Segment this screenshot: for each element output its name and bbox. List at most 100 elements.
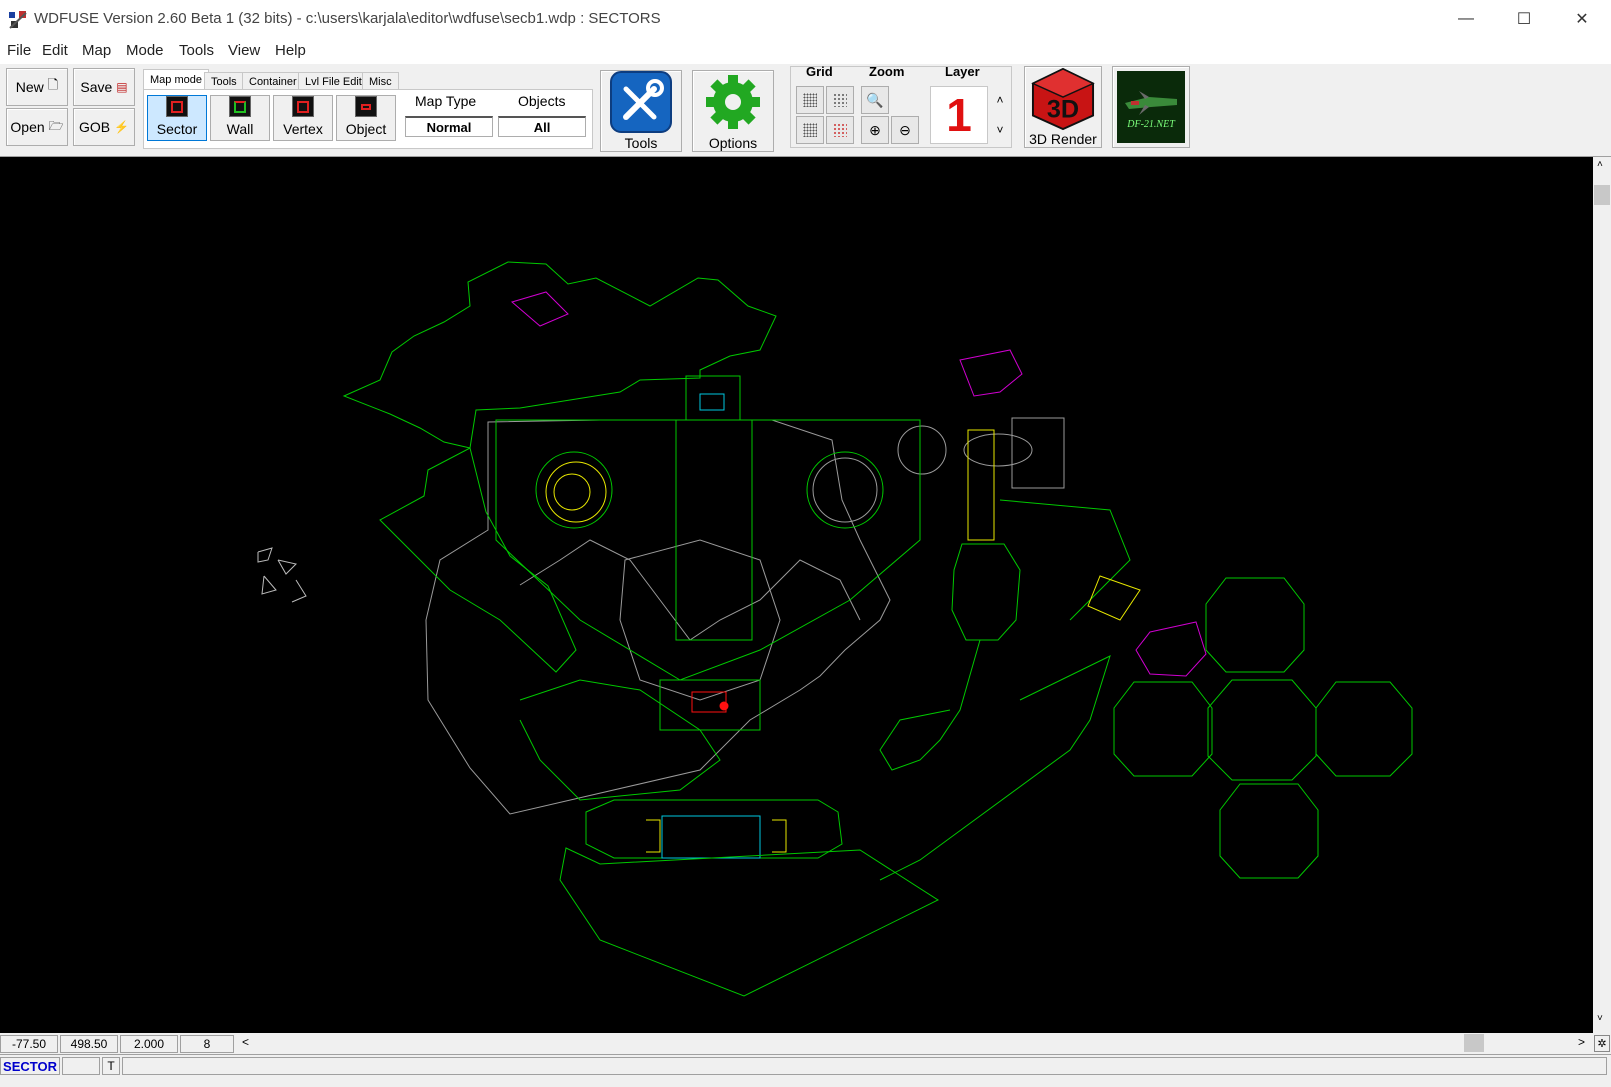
df21-button[interactable]: DF-21.NET: [1112, 66, 1190, 148]
menu-edit[interactable]: Edit: [42, 42, 68, 59]
open-label: Open: [10, 119, 45, 135]
map-room-octagon-west: [1113, 681, 1213, 777]
map-type-button[interactable]: Normal: [405, 116, 493, 137]
menu-view[interactable]: View: [228, 42, 260, 59]
map-sector-gray-ellipse: [963, 433, 1033, 467]
layer-value: 1: [930, 86, 988, 144]
layer-down-icon[interactable]: ˅: [992, 116, 1008, 144]
map-sector-gray-debris: [261, 575, 277, 595]
new-button[interactable]: New 🗋: [6, 68, 68, 106]
menu-file[interactable]: File: [7, 42, 31, 59]
save-button[interactable]: Save ▤: [73, 68, 135, 106]
3d-render-label: 3D Render: [1029, 131, 1097, 147]
object-mode-button[interactable]: Object: [336, 95, 396, 141]
options-button[interactable]: Options: [692, 70, 774, 152]
map-sector-gray-debris: [257, 547, 273, 563]
map-sector-central-hall: [495, 419, 921, 681]
map-stair-ring-west: [535, 451, 613, 529]
wall-mode-button[interactable]: Wall: [210, 95, 270, 141]
objects-button[interactable]: All: [498, 116, 586, 137]
map-sector-east-tower: [959, 349, 1023, 397]
map-sector-southwest-link: [519, 679, 721, 801]
grid-readout: 8: [180, 1035, 234, 1053]
grid-coarser-button[interactable]: [826, 86, 854, 114]
3d-cube-icon: 3D: [1031, 67, 1095, 131]
level-map[interactable]: [0, 157, 1593, 1033]
grid-finer-button[interactable]: [796, 86, 824, 114]
scroll-right-icon[interactable]: >: [1578, 1035, 1585, 1049]
map-sector-south-hall-inner: [661, 815, 761, 859]
mode-indicator: SECTOR: [0, 1057, 60, 1075]
gob-button[interactable]: GOB ⚡: [73, 108, 135, 146]
map-sector-central-corridor: [675, 375, 753, 641]
zoom-out-icon: ⊖: [899, 121, 911, 138]
tools-label: Tools: [624, 135, 658, 151]
sector-icon: [166, 96, 188, 117]
tools-button[interactable]: Tools: [600, 70, 682, 152]
map-room-octagon-east: [1315, 681, 1413, 777]
horizontal-scrollbar[interactable]: < >: [236, 1033, 1593, 1053]
3d-icon-text: 3D: [1047, 95, 1079, 123]
map-sector-gray-hall: [619, 539, 781, 701]
grid-label: Grid: [806, 64, 833, 79]
grid-snap-button[interactable]: [796, 116, 824, 144]
options-label: Options: [708, 135, 758, 151]
menu-map[interactable]: Map: [82, 42, 111, 59]
zoom-in-icon: ⊕: [869, 121, 881, 138]
map-sector-east-corridor: [967, 429, 995, 541]
starship-icon: [1125, 90, 1177, 115]
3d-render-button[interactable]: 3D 3D Render: [1024, 66, 1102, 148]
object-icon: [355, 96, 377, 117]
vertical-scrollbar[interactable]: ˄ ˅: [1593, 157, 1611, 1033]
resize-grip-icon[interactable]: ✲: [1594, 1035, 1610, 1052]
tab-container[interactable]: Container: [242, 72, 304, 90]
vertex-mode-button[interactable]: Vertex: [273, 95, 333, 141]
tab-misc[interactable]: Misc: [362, 72, 399, 90]
cursor-x-readout: -77.50: [0, 1035, 58, 1053]
horizontal-scroll-thumb[interactable]: [1464, 1034, 1484, 1052]
minimize-button[interactable]: —: [1437, 0, 1495, 38]
map-sector-gray-ring: [897, 425, 947, 475]
map-sector-diagonal-link: [999, 499, 1131, 621]
status-flag: T: [102, 1057, 120, 1075]
sector-mode-label: Sector: [156, 121, 198, 137]
scroll-up-icon[interactable]: ˄: [1597, 159, 1603, 170]
layer-up-icon[interactable]: ˄: [992, 86, 1008, 114]
menu-mode[interactable]: Mode: [126, 42, 164, 59]
grid-icon: [803, 93, 817, 107]
map-sector-south-block: [659, 679, 761, 731]
new-file-icon: 🗋: [47, 77, 59, 92]
new-label: New: [15, 79, 44, 95]
gob-icon: ⚡: [114, 120, 130, 134]
map-sector-east-gate: [1087, 575, 1141, 621]
map-sector-east-rotunda: [951, 543, 1021, 641]
tab-tools[interactable]: Tools: [204, 72, 244, 90]
map-stair-ring-west-inner: [545, 461, 607, 523]
tab-lvl-file-edit[interactable]: Lvl File Edit: [298, 72, 369, 90]
save-label: Save: [80, 79, 113, 95]
map-room-octagon-south: [1219, 783, 1319, 879]
maximize-button[interactable]: ☐: [1495, 0, 1553, 38]
df21-logo: DF-21.NET: [1117, 71, 1185, 143]
zoom-reset-button[interactable]: 🔍: [861, 86, 889, 114]
scroll-down-icon[interactable]: ˅: [1597, 1013, 1603, 1024]
vertical-scroll-thumb[interactable]: [1594, 185, 1610, 205]
object-mode-label: Object: [345, 121, 387, 137]
zoom-out-button[interactable]: ⊖: [891, 116, 919, 144]
scroll-left-icon[interactable]: <: [242, 1035, 249, 1049]
grid-icon: [833, 123, 847, 137]
grid-toggle-button[interactable]: [826, 116, 854, 144]
zoom-in-button[interactable]: ⊕: [861, 116, 889, 144]
tab-map-mode[interactable]: Map mode: [143, 69, 209, 90]
sector-mode-button[interactable]: Sector: [147, 95, 207, 141]
objects-label: Objects: [518, 93, 566, 109]
map-canvas[interactable]: [0, 157, 1593, 1033]
menu-tools[interactable]: Tools: [179, 42, 214, 59]
map-sector-gray-inner: [519, 539, 861, 641]
close-button[interactable]: ✕: [1553, 0, 1611, 38]
menu-help[interactable]: Help: [275, 42, 306, 59]
tools-wrench-icon: [610, 71, 672, 133]
cursor-y-readout: 498.50: [60, 1035, 118, 1053]
open-button[interactable]: Open 🗁: [6, 108, 68, 146]
status-message: [122, 1057, 1607, 1075]
